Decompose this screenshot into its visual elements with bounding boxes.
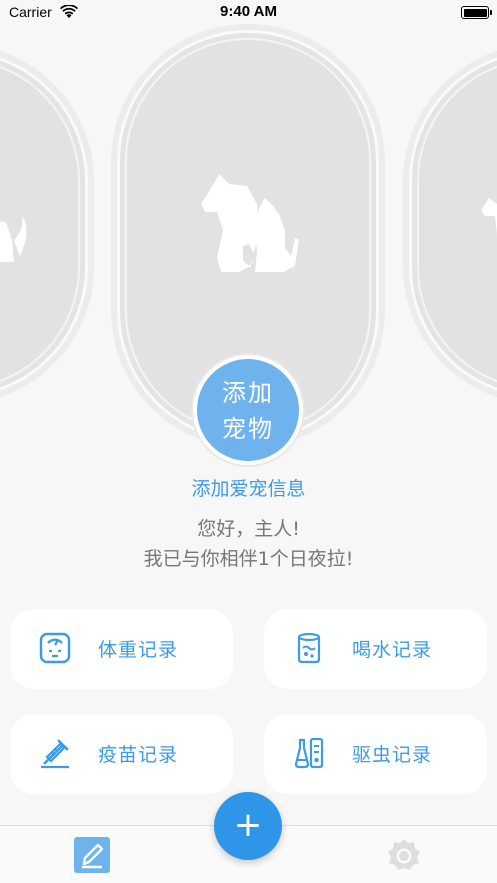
spray-bottle-icon — [294, 737, 324, 769]
status-bar: Carrier 9:40 AM — [0, 0, 497, 26]
water-record-label: 喝水记录 — [352, 639, 433, 661]
vaccine-record-button[interactable]: 疫苗记录 — [10, 714, 233, 794]
add-pet-info-link[interactable]: 添加爱宠信息 — [0, 474, 497, 501]
weight-record-label: 体重记录 — [98, 639, 179, 661]
pet-card-previous[interactable] — [0, 44, 94, 404]
add-pet-button-line2: 宠物 — [222, 415, 274, 443]
pet-card-next[interactable] — [403, 44, 497, 404]
status-time: 9:40 AM — [220, 3, 277, 20]
add-pet-button[interactable]: 添加 宠物 — [193, 355, 303, 465]
pet-silhouette-icon — [201, 174, 299, 272]
water-record-button[interactable]: 喝水记录 — [264, 609, 487, 689]
greeting-text: 您好，主人! 我已与你相伴1个日夜拉! — [0, 514, 497, 574]
water-cup-icon — [297, 632, 321, 664]
add-record-fab[interactable]: + — [214, 792, 282, 860]
greeting-line-1: 您好，主人! — [197, 518, 300, 540]
weight-record-button[interactable]: 体重记录 — [10, 609, 233, 689]
add-pet-button-line1: 添加 — [222, 379, 274, 407]
syringe-icon — [41, 739, 69, 769]
battery-icon — [461, 6, 492, 19]
pet-silhouette-icon — [0, 216, 27, 262]
scale-icon — [39, 632, 71, 664]
deworm-record-label: 驱虫记录 — [352, 744, 433, 766]
pet-silhouette-icon — [481, 198, 497, 234]
edit-icon[interactable] — [73, 836, 111, 874]
deworm-record-button[interactable]: 驱虫记录 — [264, 714, 487, 794]
vaccine-record-label: 疫苗记录 — [98, 744, 179, 766]
gear-icon[interactable] — [384, 836, 424, 876]
greeting-line-2: 我已与你相伴1个日夜拉! — [143, 548, 354, 570]
